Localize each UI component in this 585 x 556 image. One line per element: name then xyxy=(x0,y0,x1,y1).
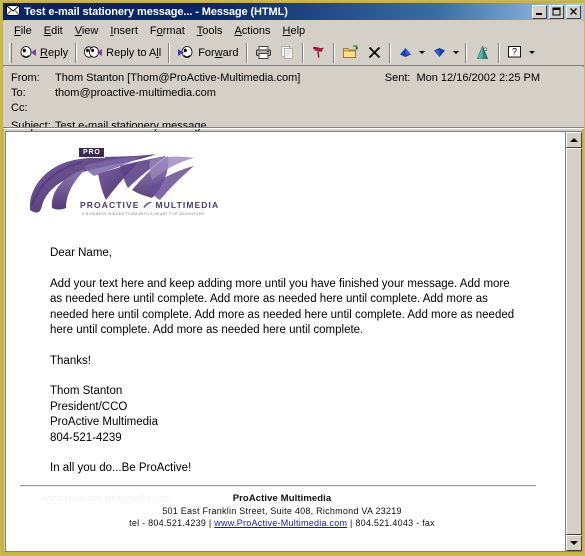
to-label: To: xyxy=(11,86,26,99)
toolbar-separator-6 xyxy=(388,42,391,63)
menu-view[interactable]: View xyxy=(69,23,105,39)
to-row: To: thom@proactive-multimedia.com xyxy=(11,85,578,100)
logo-tagline-right: MULTIMEDIA xyxy=(155,200,220,210)
message-body[interactable]: PRO PROACTIVE MULTIMEDIA A BUSINESS MIND… xyxy=(6,132,558,551)
logo-tagline-left: PROACTIVE xyxy=(80,200,140,210)
signature-name: Thom Stanton xyxy=(50,385,123,397)
scroll-down-icon xyxy=(570,541,578,545)
scrollbar-thumb[interactable] xyxy=(566,148,582,535)
swoosh-mark-icon xyxy=(143,201,152,208)
signature-phone: 804-521-4239 xyxy=(50,431,122,444)
footer-tel-prefix: tel - xyxy=(129,517,149,528)
vertical-scrollbar[interactable] xyxy=(565,132,582,551)
minimize-button[interactable] xyxy=(532,4,547,19)
help-button[interactable]: ? xyxy=(503,42,527,64)
logo-subtagline: A BUSINESS MINDED TEAM WITH A HEART FOR … xyxy=(82,212,205,216)
toolbar-separator-7 xyxy=(464,42,467,63)
closing-tagline: In all you do...Be ProActive! xyxy=(50,462,192,474)
next-item-button[interactable] xyxy=(428,42,451,64)
menu-help[interactable]: Help xyxy=(277,23,312,39)
outlook-message-window: Test e-mail stationery message... - Mess… xyxy=(0,0,585,556)
signature-block: Thom Stanton President/CCO ProActive Mul… xyxy=(50,384,520,446)
cc-row: Cc: xyxy=(11,100,578,115)
body-paragraph: Add your text here and keep adding more … xyxy=(50,277,515,337)
title-bar: Test e-mail stationery message... - Mess… xyxy=(3,3,584,20)
footer: www.proactive-multimedia.com ProActive M… xyxy=(6,493,558,529)
from-label: From: xyxy=(11,71,40,84)
toolbar-separator-1 xyxy=(75,42,78,63)
previous-item-button[interactable] xyxy=(394,42,417,64)
signature-company: ProActive Multimedia xyxy=(50,416,159,428)
menu-tools[interactable]: Tools xyxy=(191,23,229,39)
subject-value: Test e-mail stationery message... xyxy=(55,119,216,132)
sent-field: Sent: Mon 12/16/2002 2:25 PM xyxy=(385,72,578,84)
footer-website-link[interactable]: www.ProActive-Multimedia.com xyxy=(214,518,347,528)
subject-label: Subject: xyxy=(11,119,51,132)
forward-button[interactable]: Forward xyxy=(173,42,242,64)
from-row: From: Thom Stanton [Thom@ProActive-Multi… xyxy=(11,70,578,85)
menu-insert[interactable]: Insert xyxy=(104,23,144,39)
toolbar-separator-8 xyxy=(497,42,500,63)
active-wordmark-icon xyxy=(29,154,194,213)
reply-all-button[interactable]: Reply to All xyxy=(80,42,165,64)
next-item-dropdown[interactable] xyxy=(451,42,462,64)
message-text: Dear Name, Add your text here and keep a… xyxy=(50,246,520,477)
footer-fax-suffix: - fax xyxy=(413,517,435,528)
scrollbar-track[interactable] xyxy=(566,148,582,535)
header-divider xyxy=(3,127,584,129)
office-assistant-button[interactable] xyxy=(470,42,495,64)
greeting: Dear Name, xyxy=(50,247,112,259)
delete-button[interactable] xyxy=(363,42,386,64)
window-title: Test e-mail stationery message... - Mess… xyxy=(24,5,288,18)
copy-button[interactable] xyxy=(276,42,299,64)
scroll-up-icon xyxy=(570,138,578,142)
menu-bar: FFileile Edit View Insert Format Tools A… xyxy=(3,21,584,40)
previous-item-dropdown[interactable] xyxy=(417,42,428,64)
toolbar-separator-2 xyxy=(168,42,171,63)
pro-badge: PRO xyxy=(78,147,105,158)
message-header-fields: From: Thom Stanton [Thom@ProActive-Multi… xyxy=(3,67,584,132)
print-button[interactable] xyxy=(251,42,276,64)
menu-edit[interactable]: Edit xyxy=(38,23,69,39)
footer-tel: 804.521.4239 xyxy=(148,517,207,528)
scroll-down-button[interactable] xyxy=(566,535,582,551)
footer-divider xyxy=(20,484,536,487)
footer-contact: tel - 804.521.4239 | www.ProActive-Multi… xyxy=(6,517,558,529)
signature-title: President/CCO xyxy=(50,400,128,413)
to-value: thom@proactive-multimedia.com xyxy=(55,86,216,99)
menu-file[interactable]: FFileile xyxy=(8,23,38,39)
toolbar-grip[interactable] xyxy=(9,42,12,63)
envelope-icon xyxy=(6,5,20,18)
toolbar: Reply Reply to All Forward ? xyxy=(3,40,584,66)
scroll-up-button[interactable] xyxy=(566,132,582,148)
sent-label: Sent: xyxy=(384,71,411,84)
footer-fax: 804.521.4043 xyxy=(355,517,414,528)
maximize-button[interactable] xyxy=(549,4,564,19)
from-value: Thom Stanton [Thom@ProActive-Multimedia.… xyxy=(55,71,301,84)
flag-button[interactable] xyxy=(307,42,330,64)
cc-label: Cc: xyxy=(11,101,28,114)
sent-value: Mon 12/16/2002 2:25 PM xyxy=(416,71,540,84)
reply-button[interactable]: Reply xyxy=(16,42,72,64)
proactive-logo: PRO PROACTIVE MULTIMEDIA A BUSINESS MIND… xyxy=(24,144,218,234)
logo-tagline: PROACTIVE MULTIMEDIA xyxy=(80,200,219,210)
help-dropdown[interactable] xyxy=(527,42,538,64)
toolbar-separator-4 xyxy=(301,42,304,63)
toolbar-separator-3 xyxy=(245,42,248,63)
toolbar-separator-5 xyxy=(332,42,335,63)
close-button[interactable] xyxy=(566,4,581,19)
footer-address: 501 East Franklin Street, Suite 408, Ric… xyxy=(162,505,402,516)
caption-buttons xyxy=(532,4,581,19)
svg-text:?: ? xyxy=(512,47,517,57)
menu-actions[interactable]: Actions xyxy=(228,23,276,39)
menu-format[interactable]: Format xyxy=(144,23,191,39)
move-to-folder-button[interactable] xyxy=(338,42,363,64)
thanks-line: Thanks! xyxy=(50,354,91,367)
footer-watermark: www.proactive-multimedia.com xyxy=(42,492,172,503)
message-body-frame: PRO PROACTIVE MULTIMEDIA A BUSINESS MIND… xyxy=(5,131,582,552)
